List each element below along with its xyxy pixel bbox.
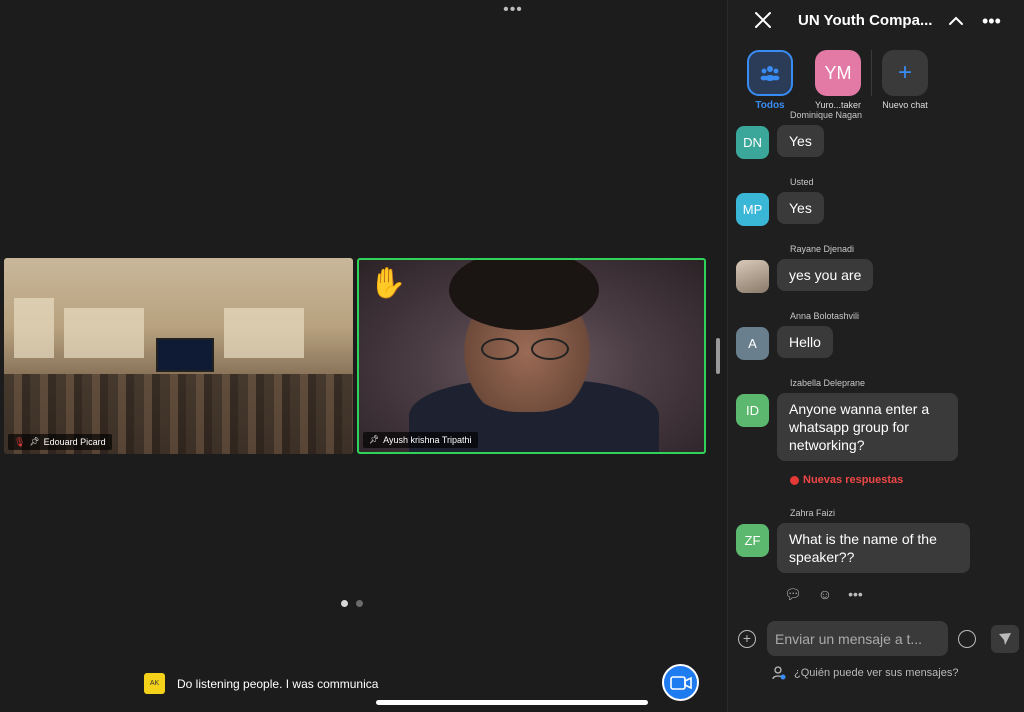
- message-bubble: Anyone wanna enter a whatsapp group for …: [777, 393, 958, 461]
- close-icon[interactable]: [754, 11, 772, 29]
- room-window: [14, 298, 54, 358]
- people-icon: [747, 50, 793, 96]
- recipient-label: Nuevo chat: [882, 100, 928, 110]
- avatar: MP: [736, 193, 769, 226]
- page-dot-1[interactable]: [341, 600, 348, 607]
- recipient-everyone[interactable]: Todos: [736, 50, 804, 112]
- video-camera-icon: [669, 675, 692, 690]
- more-icon[interactable]: •••: [848, 586, 863, 603]
- chat-panel: UN Youth Compa... ••• Todos YM Yuro...ta…: [727, 0, 1024, 712]
- participant-name: Ayush krishna Tripathi: [383, 435, 472, 445]
- live-caption: AK Do listening people. I was communica: [144, 673, 378, 694]
- chevron-up-icon[interactable]: [947, 12, 965, 30]
- avatar: DN: [736, 126, 769, 159]
- page-dot-2[interactable]: [356, 600, 363, 607]
- message-sender: Zahra Faizi: [790, 508, 836, 518]
- recipient-label: Todos: [755, 100, 785, 111]
- avatar-photo: [736, 260, 769, 293]
- emoji-icon[interactable]: [958, 630, 976, 648]
- message-composer: +: [736, 620, 1021, 660]
- avatar: ID: [736, 394, 769, 427]
- participant-name-tag: 🎙︎ 📌︎ Edouard Picard: [8, 434, 112, 450]
- room-window: [64, 308, 144, 358]
- home-indicator[interactable]: [376, 700, 648, 705]
- recipient-avatar: YM: [815, 50, 861, 96]
- room-window: [224, 308, 304, 358]
- pin-icon: 📌︎: [369, 435, 380, 444]
- message-sender: Izabella Deleprane: [790, 378, 866, 388]
- plus-icon: +: [882, 50, 928, 96]
- message-bubble: yes you are: [777, 259, 874, 291]
- send-button[interactable]: [991, 625, 1019, 653]
- participant-name-tag: 📌︎ Ayush krishna Tripathi: [363, 432, 478, 448]
- pin-icon: 📌︎: [29, 437, 40, 446]
- video-gallery: ••• 🎙︎ 📌︎ Edouard Picard ✋ 📌︎ Ayush kris…: [0, 0, 727, 712]
- message-actions: 💬︎ ☺︎ •••: [784, 586, 863, 603]
- raised-hand-icon: ✋: [369, 267, 407, 300]
- page-indicator[interactable]: [341, 600, 363, 607]
- chat-recipient-list: Todos YM Yuro...taker + Nuevo chat: [736, 50, 939, 112]
- message-sender: Dominique Nagan: [790, 110, 863, 120]
- glasses: [477, 338, 573, 360]
- unread-dot-icon: [790, 475, 799, 485]
- more-icon[interactable]: •••: [982, 12, 1001, 30]
- new-replies-label: Nuevas respuestas: [803, 474, 904, 486]
- reply-icon[interactable]: 💬︎: [784, 586, 802, 603]
- privacy-link[interactable]: ¿Quién puede ver sus mensajes?: [772, 666, 958, 680]
- message-bubble: Yes: [777, 192, 824, 224]
- chat-header: UN Youth Compa... •••: [728, 0, 1024, 44]
- caption-text: Do listening people. I was communica: [177, 676, 379, 691]
- projector-screen: [156, 338, 214, 372]
- split-view-handle[interactable]: [716, 338, 720, 374]
- privacy-text: ¿Quién puede ver sus mensajes?: [794, 667, 959, 679]
- add-attachment-icon[interactable]: +: [738, 630, 756, 648]
- chat-title: UN Youth Compa...: [798, 12, 933, 29]
- message-input[interactable]: [767, 621, 948, 656]
- new-replies-link[interactable]: Nuevas respuestas: [790, 474, 903, 486]
- message-bubble: Yes: [777, 125, 824, 157]
- video-tile[interactable]: 🎙︎ 📌︎ Edouard Picard: [4, 258, 353, 454]
- add-reaction-icon[interactable]: ☺︎: [818, 586, 832, 603]
- send-icon: [999, 633, 1011, 645]
- message-bubble: What is the name of the speaker??: [777, 523, 970, 573]
- recipient-user[interactable]: YM Yuro...taker: [804, 50, 872, 112]
- video-camera-button[interactable]: [662, 664, 699, 701]
- message-sender: Usted: [790, 177, 814, 187]
- video-tile-active-speaker[interactable]: ✋ 📌︎ Ayush krishna Tripathi: [357, 258, 706, 454]
- participant-name: Edouard Picard: [43, 437, 106, 447]
- caption-avatar: AK: [144, 673, 165, 694]
- recipient-label: Yuro...taker: [814, 100, 862, 110]
- user-lock-icon: [772, 666, 786, 680]
- message-bubble: Hello: [777, 326, 833, 358]
- avatar: A: [736, 327, 769, 360]
- zoom-meeting-screen: ••• 🎙︎ 📌︎ Edouard Picard ✋ 📌︎ Ayush kris…: [0, 0, 1024, 712]
- new-chat-button[interactable]: + Nuevo chat: [871, 50, 939, 112]
- message-sender: Rayane Djenadi: [790, 244, 855, 254]
- message-sender: Anna Bolotashvili: [790, 311, 860, 321]
- avatar: ZF: [736, 524, 769, 557]
- more-options-dots[interactable]: •••: [502, 2, 524, 18]
- mic-off-icon: 🎙︎: [14, 437, 26, 447]
